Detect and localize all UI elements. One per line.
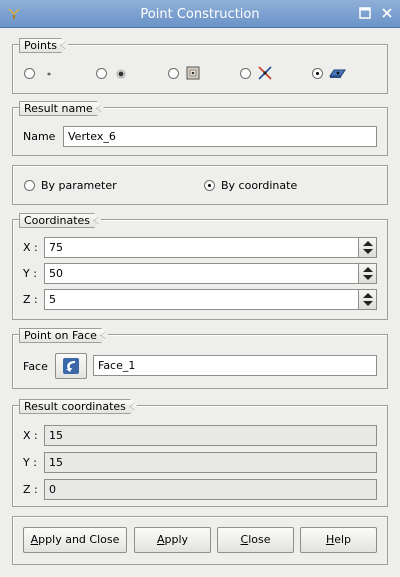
- point-by-coords-icon: [47, 72, 51, 76]
- help-mnemonic: H: [325, 533, 335, 546]
- result-y-label: Y :: [23, 456, 37, 469]
- help-button[interactable]: Help: [300, 527, 377, 553]
- face-label: Face: [23, 360, 48, 373]
- title-bar[interactable]: Point Construction: [0, 0, 400, 28]
- result-y-field: 15: [44, 452, 377, 473]
- result-z-label: Z :: [23, 483, 38, 496]
- face-input[interactable]: Face_1: [93, 355, 377, 376]
- apply-button[interactable]: Apply: [134, 527, 211, 553]
- coord-z-spin-arrows[interactable]: [358, 290, 376, 309]
- close-button[interactable]: Close: [217, 527, 294, 553]
- coord-y-value: 50: [49, 267, 63, 280]
- apply-label: pply: [164, 533, 189, 546]
- point-type-radio-5[interactable]: [312, 68, 323, 79]
- result-name-legend: Result name: [19, 101, 105, 116]
- name-label: Name: [23, 130, 56, 143]
- coord-z-label: Z :: [23, 293, 38, 306]
- coordinates-group: Coordinates X : 75 Y : 50 Z : 5: [12, 219, 388, 320]
- coord-x-spin-arrows[interactable]: [358, 238, 376, 257]
- maximize-icon[interactable]: [358, 7, 372, 21]
- result-name-group: Result name Name Vertex_6: [12, 107, 388, 156]
- coordinates-legend: Coordinates: [19, 213, 102, 228]
- select-face-button[interactable]: [55, 353, 87, 379]
- point-type-radio-1[interactable]: [24, 68, 35, 79]
- result-coordinates-legend: Result coordinates: [19, 399, 138, 414]
- point-on-face-legend: Point on Face: [19, 328, 109, 343]
- close-window-icon[interactable]: [380, 7, 394, 21]
- coord-z-value: 5: [49, 293, 56, 306]
- buttons-group: Apply and Close Apply Close Help: [12, 516, 388, 565]
- apply-mnemonic: A: [156, 533, 165, 546]
- mode-group: By parameter By coordinate: [12, 165, 388, 205]
- point-type-radio-3[interactable]: [168, 68, 179, 79]
- result-x-label: X :: [23, 429, 38, 442]
- result-z-field: 0: [44, 479, 377, 500]
- help-label: elp: [334, 533, 352, 546]
- by-coordinate-radio[interactable]: [204, 180, 215, 191]
- coord-x-label: X :: [23, 241, 38, 254]
- point-on-face-icon: [329, 69, 346, 78]
- name-input[interactable]: Vertex_6: [63, 126, 377, 147]
- coord-y-spin-arrows[interactable]: [358, 264, 376, 283]
- point-type-radio-4[interactable]: [240, 68, 251, 79]
- point-by-reference-icon: [116, 69, 126, 79]
- coord-x-spinbox[interactable]: 75: [44, 237, 377, 258]
- coord-y-spinbox[interactable]: 50: [44, 263, 377, 284]
- close-label: lose: [248, 533, 271, 546]
- point-on-edge-icon: [186, 66, 200, 80]
- points-group: Points: [12, 44, 388, 94]
- window-title: Point Construction: [140, 7, 260, 22]
- by-parameter-radio[interactable]: [24, 180, 35, 191]
- coord-y-label: Y :: [23, 267, 37, 280]
- coord-x-value: 75: [49, 241, 63, 254]
- points-legend: Points: [19, 38, 69, 53]
- result-x-field: 15: [44, 425, 377, 446]
- point-on-face-group: Point on Face Face Face_1: [12, 334, 388, 389]
- select-arrow-icon: [63, 358, 79, 374]
- point-type-radio-2[interactable]: [96, 68, 107, 79]
- coord-z-spinbox[interactable]: 5: [44, 289, 377, 310]
- apply-and-close-label: pply and Close: [38, 533, 120, 546]
- by-parameter-label[interactable]: By parameter: [41, 179, 117, 192]
- by-coordinate-label[interactable]: By coordinate: [221, 179, 297, 192]
- apply-and-close-button[interactable]: Apply and Close: [23, 527, 127, 553]
- point-intersection-icon: [258, 66, 272, 80]
- result-coordinates-group: Result coordinates X : 15 Y : 15 Z : 0: [12, 405, 388, 507]
